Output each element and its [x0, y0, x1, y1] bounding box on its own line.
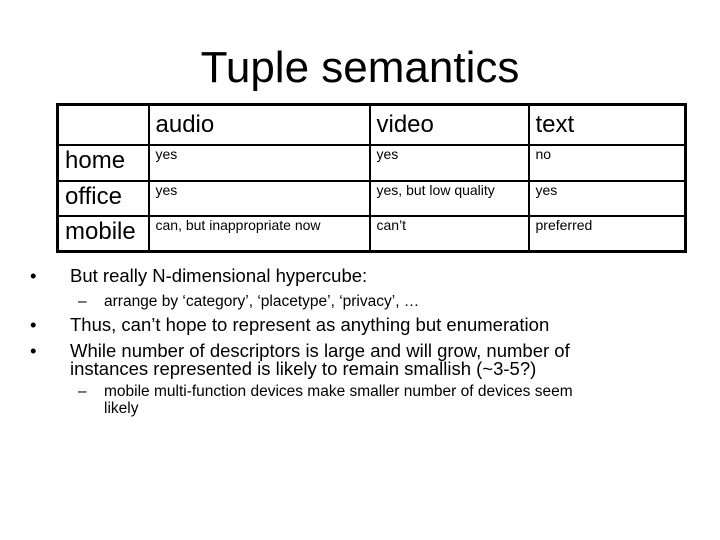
header-cell-audio: audio: [147, 103, 371, 147]
table-cell: yes: [147, 179, 371, 217]
header-cell-text: text: [527, 103, 687, 147]
header-cell-empty: [56, 103, 150, 147]
bullet-text: Thus, can’t hope to represent as anythin…: [70, 314, 550, 335]
slide-title: Tuple semantics: [200, 43, 520, 92]
table-cell: yes: [527, 179, 687, 217]
table-cell: can’t: [368, 214, 530, 253]
sub-bullet-marker: –: [78, 383, 87, 400]
table-cell: yes: [147, 144, 371, 182]
row-label-office: office: [56, 179, 150, 217]
bullet-text: But really N-dimensional hypercube:: [70, 265, 368, 286]
table-row: home yes yes no: [56, 144, 687, 182]
sub-bullet-text: arrange by ‘category’, ‘placetype’, ‘pri…: [104, 293, 420, 310]
header-cell-video: video: [368, 103, 530, 147]
bullet-marker: •: [30, 340, 37, 361]
table-cell: no: [527, 144, 687, 182]
table-cell: yes, but low quality: [368, 179, 530, 217]
bullet-marker: •: [30, 265, 37, 286]
bullet-text-line2: instances represented is likely to remai…: [70, 358, 537, 379]
bullet-marker: •: [30, 314, 37, 335]
tuple-table: audio video text home yes yes no office …: [56, 103, 687, 253]
sub-bullet-text-line1: mobile multi-function devices make small…: [104, 383, 573, 400]
row-label-mobile: mobile: [56, 214, 150, 253]
sub-bullet-marker: –: [78, 293, 87, 310]
table-cell: can, but inappropriate now: [147, 214, 371, 253]
table-cell: yes: [368, 144, 530, 182]
table-row: office yes yes, but low quality yes: [56, 179, 687, 217]
row-label-home: home: [56, 144, 150, 182]
table-header-row: audio video text: [56, 103, 687, 147]
table-row: mobile can, but inappropriate now can’t …: [56, 214, 687, 253]
table-cell: preferred: [527, 214, 687, 253]
sub-bullet-text-line2: likely: [104, 400, 139, 417]
